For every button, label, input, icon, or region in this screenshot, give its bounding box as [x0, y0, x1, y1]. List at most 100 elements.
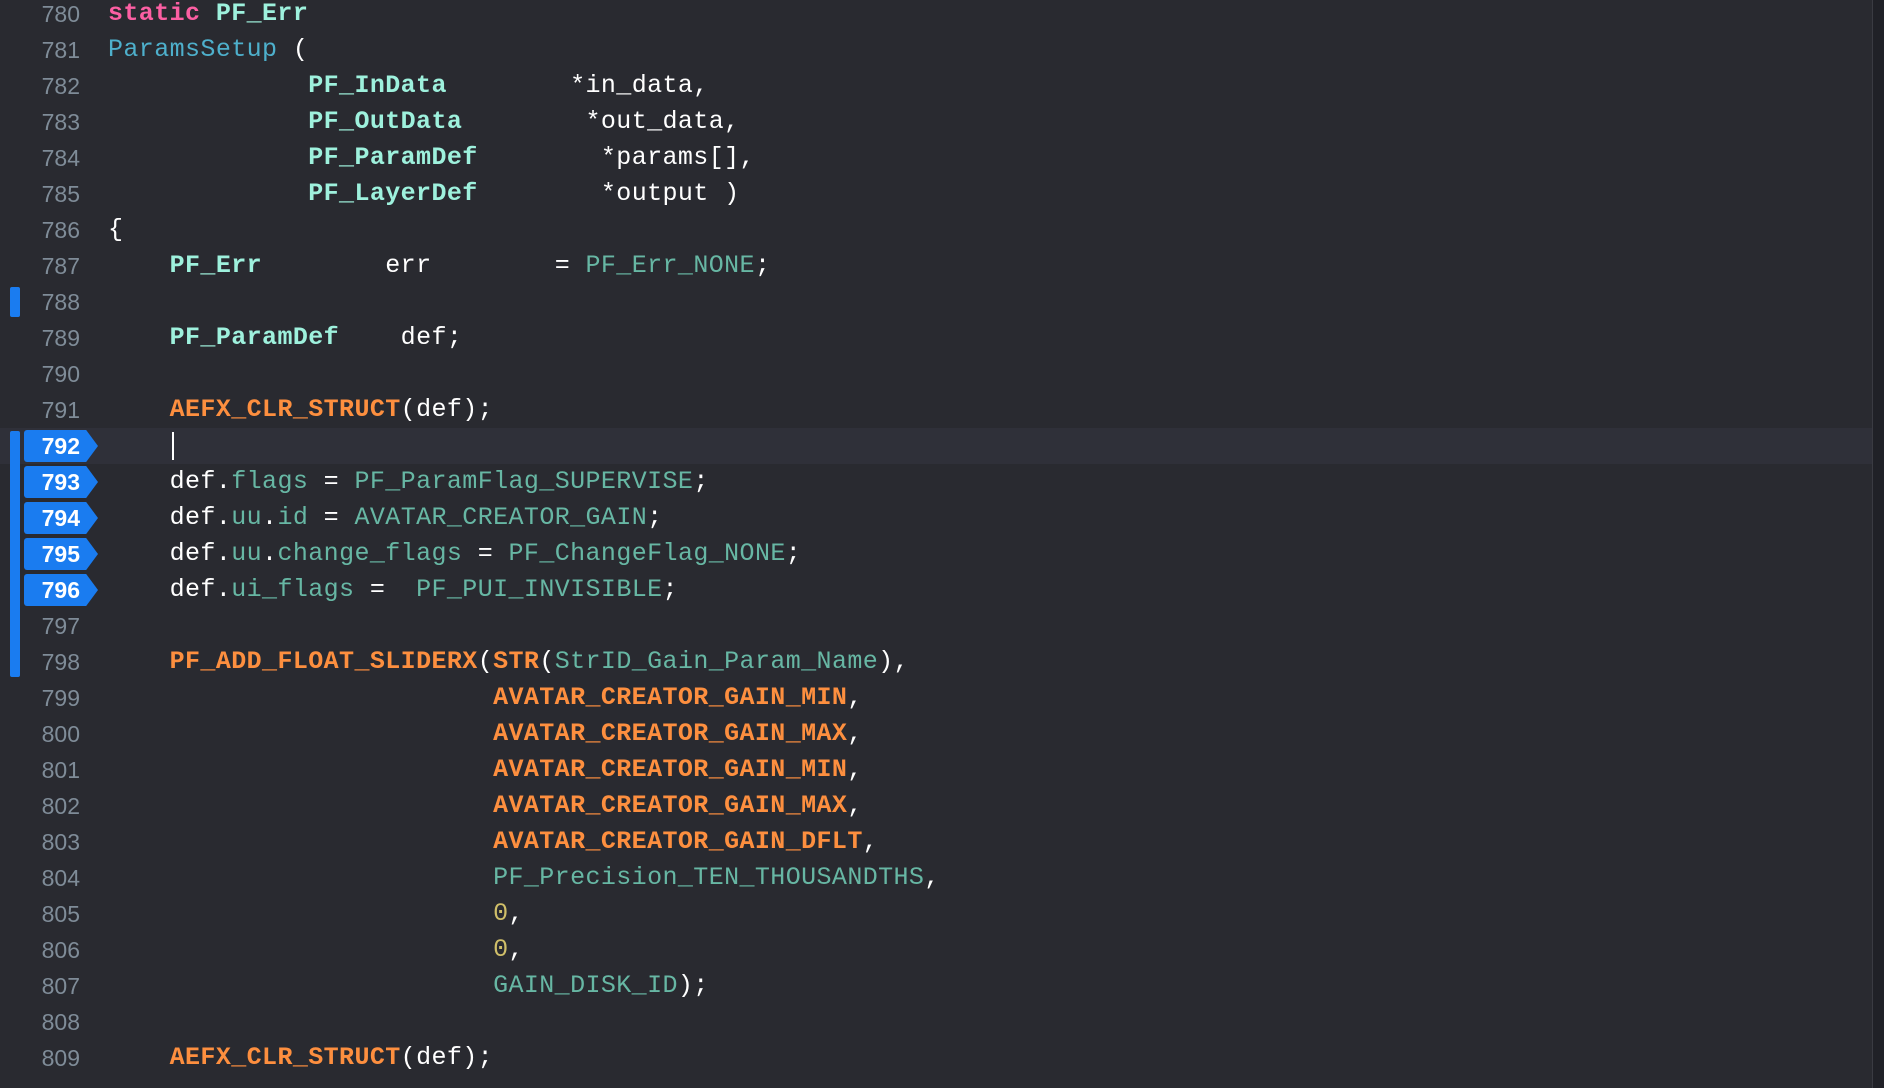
- line-number[interactable]: 803: [0, 824, 80, 860]
- code-text[interactable]: AVATAR_CREATOR_GAIN_DFLT,: [108, 824, 878, 860]
- code-token-keyword: static: [108, 0, 201, 28]
- line-number[interactable]: 785: [0, 176, 80, 212]
- code-line[interactable]: 787 PF_Err err = PF_Err_NONE;: [0, 248, 1872, 284]
- line-number[interactable]: 780: [0, 0, 80, 32]
- change-indicator-bar[interactable]: [10, 431, 20, 677]
- code-line[interactable]: 790: [0, 356, 1872, 392]
- code-text[interactable]: AEFX_CLR_STRUCT(def);: [108, 392, 493, 428]
- line-number[interactable]: 800: [0, 716, 80, 752]
- code-line[interactable]: 801 AVATAR_CREATOR_GAIN_MIN,: [0, 752, 1872, 788]
- code-line[interactable]: 809 AEFX_CLR_STRUCT(def);: [0, 1040, 1872, 1076]
- line-number[interactable]: 786: [0, 212, 80, 248]
- code-line[interactable]: 798 PF_ADD_FLOAT_SLIDERX(STR(StrID_Gain_…: [0, 644, 1872, 680]
- code-line[interactable]: 784 PF_ParamDef *params[],: [0, 140, 1872, 176]
- code-token-plain: def.: [108, 467, 232, 496]
- line-number[interactable]: 804: [0, 860, 80, 896]
- code-line[interactable]: 788: [0, 284, 1872, 320]
- code-text[interactable]: static PF_Err: [108, 0, 308, 32]
- code-token-plain: def.: [108, 539, 232, 568]
- line-number[interactable]: 787: [0, 248, 80, 284]
- code-line[interactable]: 800 AVATAR_CREATOR_GAIN_MAX,: [0, 716, 1872, 752]
- code-token-type: PF_ParamDef: [308, 143, 478, 172]
- code-line[interactable]: 783 PF_OutData *out_data,: [0, 104, 1872, 140]
- code-text[interactable]: AEFX_CLR_STRUCT(def);: [108, 1040, 493, 1076]
- code-text[interactable]: PF_ParamDef def;: [108, 320, 462, 356]
- code-line[interactable]: 802 AVATAR_CREATOR_GAIN_MAX,: [0, 788, 1872, 824]
- code-token-plain: ,: [847, 719, 863, 748]
- line-number[interactable]: 783: [0, 104, 80, 140]
- code-line[interactable]: 793 def.flags = PF_ParamFlag_SUPERVISE;: [0, 464, 1872, 500]
- code-line[interactable]: 808: [0, 1004, 1872, 1040]
- code-text[interactable]: PF_ADD_FLOAT_SLIDERX(STR(StrID_Gain_Para…: [108, 644, 909, 680]
- code-text[interactable]: PF_Err err = PF_Err_NONE;: [108, 248, 770, 284]
- line-number[interactable]: 806: [0, 932, 80, 968]
- code-text[interactable]: 0,: [108, 896, 524, 932]
- code-text[interactable]: def.flags = PF_ParamFlag_SUPERVISE;: [108, 464, 709, 500]
- code-text[interactable]: GAIN_DISK_ID);: [108, 968, 709, 1004]
- code-token-identifier: ui_flags: [231, 575, 355, 604]
- line-number[interactable]: 807: [0, 968, 80, 1004]
- line-number[interactable]: 802: [0, 788, 80, 824]
- code-line[interactable]: 780 static PF_Err: [0, 0, 1872, 32]
- code-token-plain: =: [462, 539, 509, 568]
- line-number[interactable]: 791: [0, 392, 80, 428]
- code-text[interactable]: AVATAR_CREATOR_GAIN_MAX,: [108, 788, 863, 824]
- code-line[interactable]: 804 PF_Precision_TEN_THOUSANDTHS,: [0, 860, 1872, 896]
- code-line[interactable]: 807 GAIN_DISK_ID);: [0, 968, 1872, 1004]
- code-text[interactable]: PF_Precision_TEN_THOUSANDTHS,: [108, 860, 940, 896]
- code-line[interactable]: 794 def.uu.id = AVATAR_CREATOR_GAIN;: [0, 500, 1872, 536]
- code-token-identifier: PF_PUI_INVISIBLE: [416, 575, 663, 604]
- code-token-plain: def.: [108, 503, 232, 532]
- code-line[interactable]: 805 0,: [0, 896, 1872, 932]
- code-text[interactable]: {: [108, 212, 123, 248]
- code-text[interactable]: AVATAR_CREATOR_GAIN_MIN,: [108, 680, 863, 716]
- line-number[interactable]: 789: [0, 320, 80, 356]
- editor-right-edge: [1872, 0, 1884, 1088]
- code-token-identifier: uu: [231, 503, 263, 532]
- code-text[interactable]: PF_ParamDef *params[],: [108, 140, 755, 176]
- code-line[interactable]: 786 {: [0, 212, 1872, 248]
- code-token-type: PF_ParamDef: [169, 323, 340, 352]
- code-line[interactable]: 799 AVATAR_CREATOR_GAIN_MIN,: [0, 680, 1872, 716]
- line-number[interactable]: 790: [0, 356, 80, 392]
- line-number[interactable]: 808: [0, 1004, 80, 1040]
- code-text[interactable]: def.uu.change_flags = PF_ChangeFlag_NONE…: [108, 536, 801, 572]
- change-indicator-bar[interactable]: [10, 287, 20, 317]
- line-number[interactable]: 784: [0, 140, 80, 176]
- code-text[interactable]: 0,: [108, 932, 524, 968]
- code-text[interactable]: def.ui_flags = PF_PUI_INVISIBLE;: [108, 572, 678, 608]
- line-number[interactable]: 805: [0, 896, 80, 932]
- code-token-plain: (: [539, 647, 555, 676]
- code-text[interactable]: PF_OutData *out_data,: [108, 104, 740, 140]
- code-text[interactable]: PF_InData *in_data,: [108, 68, 709, 104]
- code-line[interactable]: 781 ParamsSetup (: [0, 32, 1872, 68]
- code-line[interactable]: 792: [0, 428, 1872, 464]
- code-line[interactable]: 782 PF_InData *in_data,: [0, 68, 1872, 104]
- code-text[interactable]: AVATAR_CREATOR_GAIN_MAX,: [108, 716, 863, 752]
- code-text[interactable]: def.uu.id = AVATAR_CREATOR_GAIN;: [108, 500, 663, 536]
- code-token-plain: err =: [262, 251, 586, 280]
- code-text[interactable]: ParamsSetup (: [108, 32, 308, 68]
- line-number[interactable]: 781: [0, 32, 80, 68]
- line-number[interactable]: 799: [0, 680, 80, 716]
- code-line[interactable]: 796 def.ui_flags = PF_PUI_INVISIBLE;: [0, 572, 1872, 608]
- code-line[interactable]: 806 0,: [0, 932, 1872, 968]
- line-number[interactable]: 801: [0, 752, 80, 788]
- code-token-plain: ,: [862, 827, 879, 856]
- code-token-plain: =: [308, 503, 355, 532]
- line-number[interactable]: 809: [0, 1040, 80, 1076]
- code-line[interactable]: 789 PF_ParamDef def;: [0, 320, 1872, 356]
- code-line[interactable]: 795 def.uu.change_flags = PF_ChangeFlag_…: [0, 536, 1872, 572]
- line-number[interactable]: 782: [0, 68, 80, 104]
- code-line[interactable]: 785 PF_LayerDef *output ): [0, 176, 1872, 212]
- code-text[interactable]: AVATAR_CREATOR_GAIN_MIN,: [108, 752, 863, 788]
- code-line[interactable]: 791 AEFX_CLR_STRUCT(def);: [0, 392, 1872, 428]
- code-editor[interactable]: 780 static PF_Err 781 ParamsSetup (782 PF_I…: [0, 0, 1884, 1088]
- code-text[interactable]: PF_LayerDef *output ): [108, 176, 740, 212]
- code-line[interactable]: 803 AVATAR_CREATOR_GAIN_DFLT,: [0, 824, 1872, 860]
- code-line[interactable]: 797: [0, 608, 1872, 644]
